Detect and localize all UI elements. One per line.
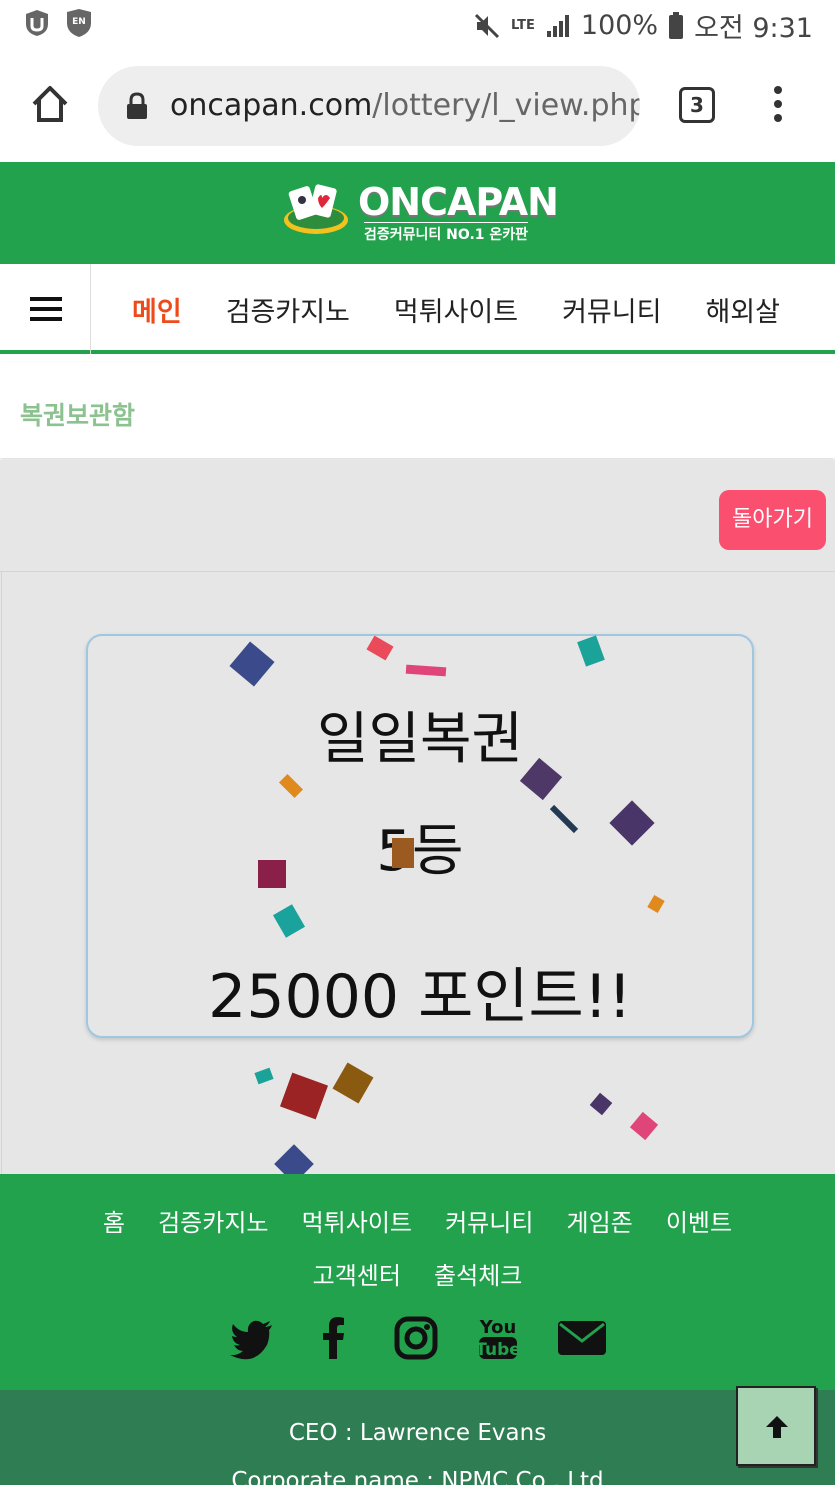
app-shield-icon — [26, 10, 48, 36]
status-bar: EN LTE 100% 오전 9:31 — [0, 0, 835, 50]
tab-switcher-button[interactable]: 3 — [679, 87, 715, 123]
site-footer: 홈 검증카지노 먹튀사이트 커뮤니티 게임존 이벤트 고객센터 출석체크 You… — [0, 1174, 835, 1390]
main-nav: 메인 검증카지노 먹튀사이트 커뮤니티 해외살 — [0, 264, 835, 354]
page-title-bar: 복권보관함 — [0, 362, 835, 458]
social-links: You Tube — [0, 1310, 835, 1366]
battery-percent: 100% — [580, 10, 659, 41]
lock-icon — [127, 92, 147, 119]
clock: 오전 9:31 — [694, 13, 813, 44]
lottery-rank: 5등 — [376, 819, 464, 884]
footer-link-events[interactable]: 이벤트 — [666, 1198, 732, 1248]
footer-link-scam-sites[interactable]: 먹튀사이트 — [302, 1198, 412, 1248]
nav-item-overseas[interactable]: 해외살 — [705, 290, 780, 329]
confetti-piece — [258, 860, 286, 888]
nav-item-community[interactable]: 커뮤니티 — [562, 290, 661, 329]
footer-link-home[interactable]: 홈 — [103, 1198, 125, 1248]
signal-icon — [546, 14, 569, 37]
company-info: CEO : Lawrence Evans Corporate name : NP… — [0, 1390, 835, 1485]
footer-link-verified-casino[interactable]: 검증카지노 — [158, 1198, 268, 1248]
twitter-icon[interactable] — [229, 1315, 275, 1361]
nav-item-main[interactable]: 메인 — [132, 290, 182, 329]
svg-text:EN: EN — [72, 17, 86, 27]
scroll-top-button[interactable] — [736, 1386, 816, 1466]
nav-items: 메인 검증카지노 먹튀사이트 커뮤니티 해외살 — [110, 264, 835, 354]
mute-icon — [474, 13, 500, 38]
email-icon[interactable] — [557, 1315, 607, 1361]
footer-link-attendance[interactable]: 출석체크 — [434, 1251, 522, 1301]
instagram-icon[interactable] — [393, 1315, 439, 1361]
site-logo[interactable]: ONCAPAN 검증커뮤니티 NO.1 온카판 — [282, 178, 559, 248]
lottery-result-card: 일일복권 5등 25000 포인트!! — [86, 634, 754, 1038]
url-domain: oncapan.com — [170, 88, 373, 123]
page-title: 복권보관함 — [20, 401, 136, 430]
hamburger-menu-icon[interactable] — [0, 264, 91, 354]
confetti-stage: 일일복권 5등 25000 포인트!! — [1, 572, 835, 1174]
url-text: oncapan.com/lottery/l_view.php — [170, 88, 640, 123]
lottery-name: 일일복권 — [316, 707, 524, 772]
url-path: /lottery/l_view.php — [372, 88, 640, 123]
back-button[interactable]: 돌아가기 — [719, 490, 826, 550]
svg-text:Tube: Tube — [475, 1340, 521, 1360]
confetti-piece — [589, 1092, 613, 1116]
youtube-icon[interactable]: You Tube — [475, 1315, 521, 1361]
battery-icon — [669, 11, 684, 39]
ceo-info: CEO : Lawrence Evans — [288, 1420, 547, 1446]
corporate-name: Corporate name : NPMC Co., Ltd — [231, 1468, 604, 1485]
arrow-up-icon — [766, 1416, 788, 1438]
nav-item-scam-sites[interactable]: 먹튀사이트 — [394, 290, 518, 329]
brand-tagline: 검증커뮤니티 NO.1 온카판 — [364, 222, 529, 244]
home-icon[interactable] — [28, 82, 72, 126]
lottery-content: 돌아가기 일일복권 5등 25000 포인트!! — [0, 460, 835, 1174]
nav-item-verified-casino[interactable]: 검증카지노 — [226, 290, 350, 329]
lottery-prize: 25000 포인트!! — [208, 962, 632, 1032]
confetti-piece — [254, 1067, 274, 1085]
svg-text:You: You — [478, 1317, 516, 1338]
facebook-icon[interactable] — [311, 1315, 357, 1361]
footer-link-support[interactable]: 고객센터 — [313, 1251, 401, 1301]
confetti-piece — [279, 1072, 329, 1120]
site-header: ONCAPAN 검증커뮤니티 NO.1 온카판 — [0, 162, 835, 264]
footer-link-game-zone[interactable]: 게임존 — [567, 1198, 633, 1248]
confetti-piece — [392, 838, 414, 868]
browser-menu-icon[interactable] — [770, 86, 786, 126]
footer-links: 홈 검증카지노 먹튀사이트 커뮤니티 게임존 이벤트 고객센터 출석체크 — [60, 1198, 775, 1304]
confetti-piece — [629, 1111, 659, 1141]
logo-emblem-icon — [284, 184, 348, 234]
confetti-piece — [332, 1062, 374, 1104]
confetti-piece — [274, 1144, 314, 1174]
brand-name: ONCAPAN — [358, 180, 559, 224]
vpn-shield-icon: EN — [67, 9, 91, 37]
address-bar[interactable]: oncapan.com/lottery/l_view.php — [98, 66, 640, 146]
footer-link-community[interactable]: 커뮤니티 — [445, 1198, 533, 1248]
network-label: LTE — [511, 17, 535, 33]
browser-toolbar: oncapan.com/lottery/l_view.php 3 — [0, 50, 835, 162]
